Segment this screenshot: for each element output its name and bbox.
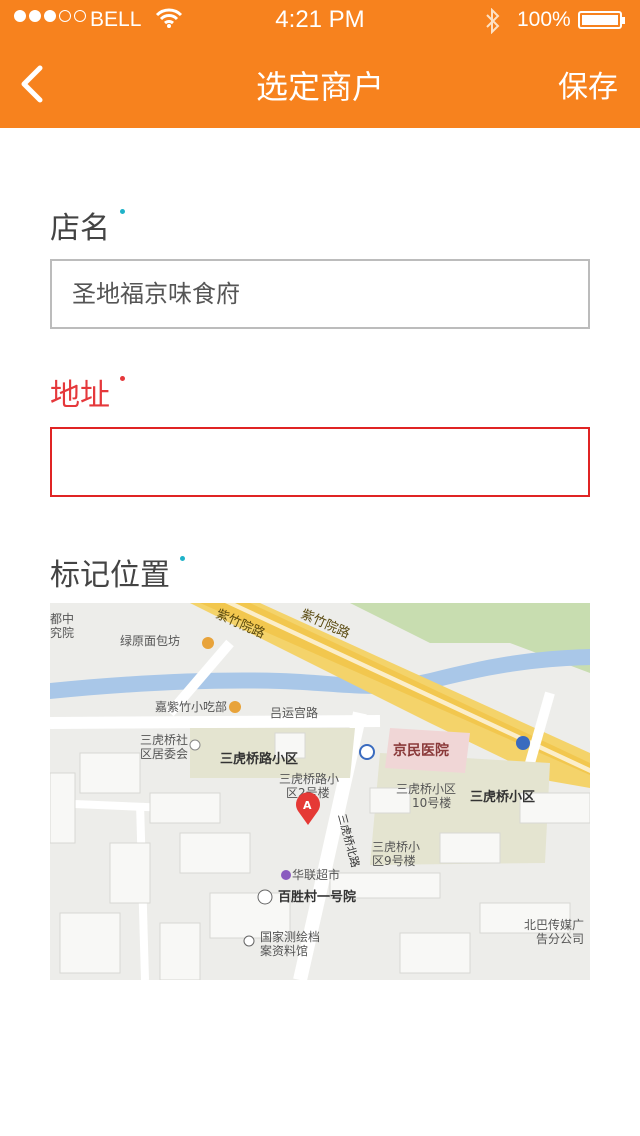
save-button[interactable]: 保存 — [558, 62, 618, 106]
bluetooth-icon — [484, 7, 502, 39]
page-title: 选定商户 — [255, 68, 384, 106]
map-label-sanhuqiao-road-community: 三虎桥路小区 — [220, 751, 298, 767]
required-dot-icon — [180, 556, 185, 561]
map-label-community-office-1: 三虎桥社 — [140, 732, 188, 747]
address-label-text: 地址 — [50, 378, 110, 413]
bakery-icon — [202, 637, 214, 649]
map-label-snack: 嘉紫竹小吃部 — [155, 699, 227, 714]
map-label-media-2: 告分公司 — [536, 932, 584, 946]
map-label-building10-2: 10号楼 — [412, 795, 451, 810]
location-map[interactable]: 都中 究院 绿原面包坊 嘉紫竹小吃部 吕运宫路 三虎桥社 区居委会 三虎桥路小 … — [50, 603, 590, 980]
required-dot-icon — [120, 209, 125, 214]
map-label-archives-2: 案资料馆 — [260, 943, 308, 958]
map-label-community-office-2: 区居委会 — [140, 747, 188, 761]
map-label-building10-1: 三虎桥小区 — [396, 782, 456, 796]
store-name-input[interactable]: 圣地福京味食府 — [50, 259, 590, 329]
map-label-building9-1: 三虎桥小 — [372, 840, 420, 854]
address-input[interactable] — [50, 427, 590, 497]
map-label-research-1: 都中 — [50, 611, 74, 626]
map-pin-letter: A — [303, 799, 312, 812]
location-label-text: 标记位置 — [50, 558, 170, 593]
map-label-hualian: 华联超市 — [292, 867, 340, 882]
map-label-baishengcun: 百胜村一号院 — [278, 889, 356, 905]
back-button[interactable] — [16, 62, 60, 106]
store-name-label-text: 店名 — [50, 211, 110, 246]
navigation-bar: BELL 4:21 PM 100% 选定商户 保存 — [0, 0, 640, 128]
map-label-archives-1: 国家测绘档 — [260, 929, 320, 944]
battery-icon — [578, 11, 625, 29]
map-label-bakery: 绿原面包坊 — [120, 633, 180, 648]
poi-icon — [189, 739, 201, 751]
supermarket-icon — [281, 870, 291, 880]
map-label-sanhuqiao-community: 三虎桥小区 — [470, 789, 535, 805]
location-label: 标记位置 — [50, 550, 185, 594]
status-bar: BELL 4:21 PM 100% — [0, 0, 640, 40]
chevron-left-icon — [21, 65, 43, 103]
building-icon — [257, 889, 273, 905]
store-name-label: 店名 — [50, 203, 125, 247]
map-label-hospital: 京民医院 — [393, 742, 449, 759]
bus-stop-icon — [516, 736, 530, 750]
poi-icon — [243, 935, 255, 947]
restaurant-icon — [229, 701, 241, 713]
map-label-media-1: 北巴传媒广 — [524, 917, 584, 932]
battery-percentage: 100% — [517, 8, 571, 31]
map-label-research-2: 究院 — [50, 625, 74, 640]
map-label-building9-2: 区9号楼 — [372, 853, 416, 868]
address-label: 地址 — [50, 370, 125, 414]
parking-icon — [359, 744, 375, 760]
map-label-lvyun-road: 吕运宫路 — [270, 705, 318, 720]
map-label-building2-1: 三虎桥路小 — [279, 771, 339, 786]
required-dot-icon — [120, 376, 125, 381]
